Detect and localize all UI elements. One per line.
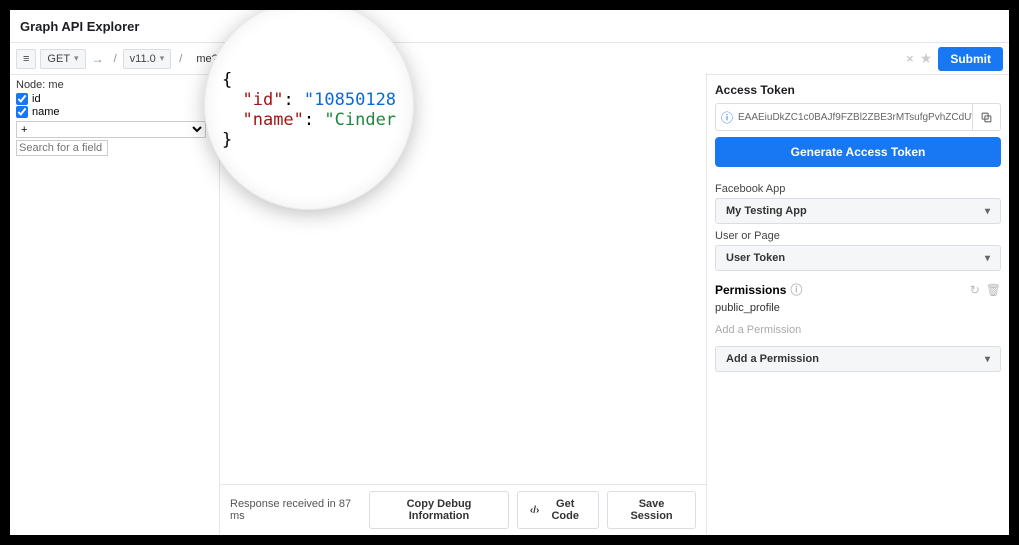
caret-down-icon: ▾ (160, 53, 165, 64)
field-row-name[interactable]: name (16, 106, 213, 118)
json-brace: { (222, 70, 396, 90)
caret-down-icon: ▾ (985, 206, 990, 217)
add-field-select[interactable]: + (16, 121, 206, 138)
undo-icon[interactable]: ↻ (970, 283, 980, 297)
access-token-title: Access Token (715, 83, 1001, 97)
add-permission-placeholder: Add a Permission (715, 318, 1001, 346)
field-checkbox-id[interactable] (16, 93, 28, 105)
response-time: Response received in 87 ms (230, 498, 353, 522)
facebook-app-value: My Testing App (726, 205, 807, 217)
info-icon[interactable]: ⓘ (790, 281, 802, 298)
generate-token-button[interactable]: Generate Access Token (715, 137, 1001, 167)
fields-sidebar: Node: me id name + (10, 73, 220, 535)
method-label: GET (47, 53, 70, 65)
path-slash: / (179, 53, 182, 65)
get-code-button[interactable]: ‹/› Get Code (517, 491, 599, 529)
caret-down-icon: ▾ (985, 354, 990, 365)
json-line-id: "id": "10850128 (222, 90, 396, 110)
method-dropdown[interactable]: GET ▾ (40, 49, 85, 69)
path-slash: / (114, 53, 117, 65)
copy-token-icon[interactable] (972, 104, 1000, 130)
caret-down-icon: ▾ (985, 253, 990, 264)
user-page-label: User or Page (715, 230, 1001, 242)
json-value: "10850128 (304, 90, 396, 110)
user-page-dropdown[interactable]: User Token ▾ (715, 245, 1001, 271)
json-key: "name" (242, 110, 303, 130)
settings-panel: Access Token ⓘ EAAEiuDkZC1c0BAJf9FZBl2ZB… (707, 73, 1009, 535)
field-checkbox-name[interactable] (16, 106, 28, 118)
access-token-field: ⓘ EAAEiuDkZC1c0BAJf9FZBl2ZBE3rMTsufgPvhZ… (715, 103, 1001, 131)
clear-permissions-icon[interactable]: 🗑 (986, 283, 1001, 297)
permissions-title: Permissions (715, 283, 786, 297)
field-label: id (32, 93, 41, 105)
submit-button[interactable]: Submit (938, 47, 1003, 71)
field-label: name (32, 106, 60, 118)
field-row-id[interactable]: id (16, 93, 213, 105)
clear-path-icon[interactable]: × (906, 51, 914, 66)
save-session-button[interactable]: Save Session (607, 491, 696, 529)
facebook-app-dropdown[interactable]: My Testing App ▾ (715, 198, 1001, 224)
version-label: v11.0 (130, 53, 156, 65)
token-info-icon[interactable]: ⓘ (716, 109, 738, 126)
code-icon: ‹/› (530, 505, 539, 516)
permission-item: public_profile (715, 298, 1001, 318)
user-page-value: User Token (726, 252, 785, 264)
node-label: Node: me (16, 79, 213, 91)
caret-down-icon: ▾ (74, 53, 79, 64)
get-code-label: Get Code (544, 498, 586, 522)
version-dropdown[interactable]: v11.0 ▾ (123, 49, 172, 69)
add-permission-label: Add a Permission (726, 353, 819, 365)
json-key: "id" (242, 90, 283, 110)
arrow-right-icon: → (90, 52, 106, 66)
facebook-app-label: Facebook App (715, 183, 1001, 195)
request-toolbar: ≡ GET ▾ → / v11.0 ▾ / × ★ Submit (10, 43, 1009, 75)
token-value[interactable]: EAAEiuDkZC1c0BAJf9FZBl2ZBE3rMTsufgPvhZCd… (738, 112, 972, 123)
search-field-input[interactable] (16, 140, 108, 156)
json-value: "Cinder (324, 110, 396, 130)
history-button[interactable]: ≡ (16, 49, 36, 69)
favorite-icon[interactable]: ★ (920, 50, 933, 67)
json-brace: } (222, 130, 396, 150)
add-permission-dropdown[interactable]: Add a Permission ▾ (715, 346, 1001, 372)
json-line-name: "name": "Cinder (222, 110, 396, 130)
response-footer: Response received in 87 ms Copy Debug In… (220, 484, 706, 535)
copy-debug-button[interactable]: Copy Debug Information (369, 491, 509, 529)
page-title: Graph API Explorer (10, 10, 1009, 43)
